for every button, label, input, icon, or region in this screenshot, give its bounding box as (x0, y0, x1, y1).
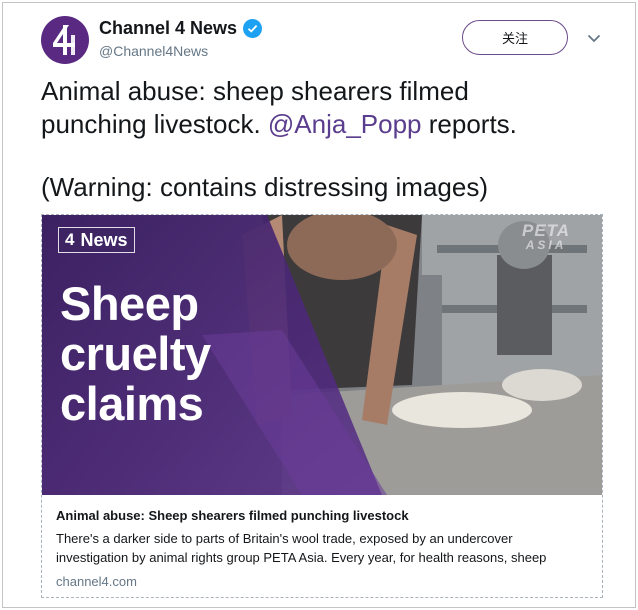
image-headline-line-1: Sheep (60, 277, 199, 330)
account-handle[interactable]: @Channel4News (99, 43, 208, 59)
news-badge: 4 News (58, 227, 135, 253)
channel4-logo-icon: 4 (65, 230, 75, 249)
tweet-header: Channel 4 News @Channel4News 关注 (41, 16, 611, 66)
image-headline-line-3: claims (60, 377, 204, 430)
verified-badge-icon (243, 19, 263, 38)
card-domain[interactable]: channel4.com (56, 574, 596, 589)
card-title[interactable]: Animal abuse: Sheep shearers filmed punc… (56, 507, 596, 525)
tweet-text: Animal abuse: sheep shearers filmed punc… (41, 75, 611, 204)
tweet-line-2-prefix: punching livestock. (41, 109, 268, 139)
chevron-down-icon[interactable] (584, 28, 604, 48)
watermark-line-1: PETA (522, 221, 571, 240)
card-image[interactable]: 4 News PETA ASIA Sheep cruelty claims (42, 215, 602, 495)
card-description: There's a darker side to parts of Britai… (56, 529, 596, 567)
display-name[interactable]: Channel 4 News (99, 18, 237, 39)
watermark-line-2: ASIA (525, 238, 567, 252)
tweet-line-3: (Warning: contains distressing images) (41, 172, 488, 202)
channel4-logo-icon (53, 25, 75, 55)
follow-button[interactable]: 关注 (462, 20, 568, 55)
tweet-line-2: punching livestock. @Anja_Popp reports. (41, 108, 611, 141)
name-row: Channel 4 News (99, 18, 263, 39)
image-headline: Sheep cruelty claims (60, 279, 320, 429)
news-badge-label: News (80, 229, 128, 250)
mention-link[interactable]: @Anja_Popp (268, 109, 422, 139)
tweet-line-2-suffix: reports. (421, 109, 517, 139)
image-headline-line-2: cruelty (60, 327, 211, 380)
tweet-container: Channel 4 News @Channel4News 关注 Animal a… (2, 2, 636, 608)
peta-watermark: PETA ASIA (522, 221, 571, 253)
card-text[interactable]: Animal abuse: Sheep shearers filmed punc… (56, 507, 596, 589)
card-description-line-2: investigation by animal rights group PET… (56, 550, 547, 565)
avatar[interactable] (41, 16, 89, 64)
link-card[interactable]: 4 News PETA ASIA Sheep cruelty claims An… (41, 214, 603, 598)
tweet-line-1: Animal abuse: sheep shearers filmed (41, 76, 469, 106)
card-description-line-1: There's a darker side to parts of Britai… (56, 531, 513, 546)
